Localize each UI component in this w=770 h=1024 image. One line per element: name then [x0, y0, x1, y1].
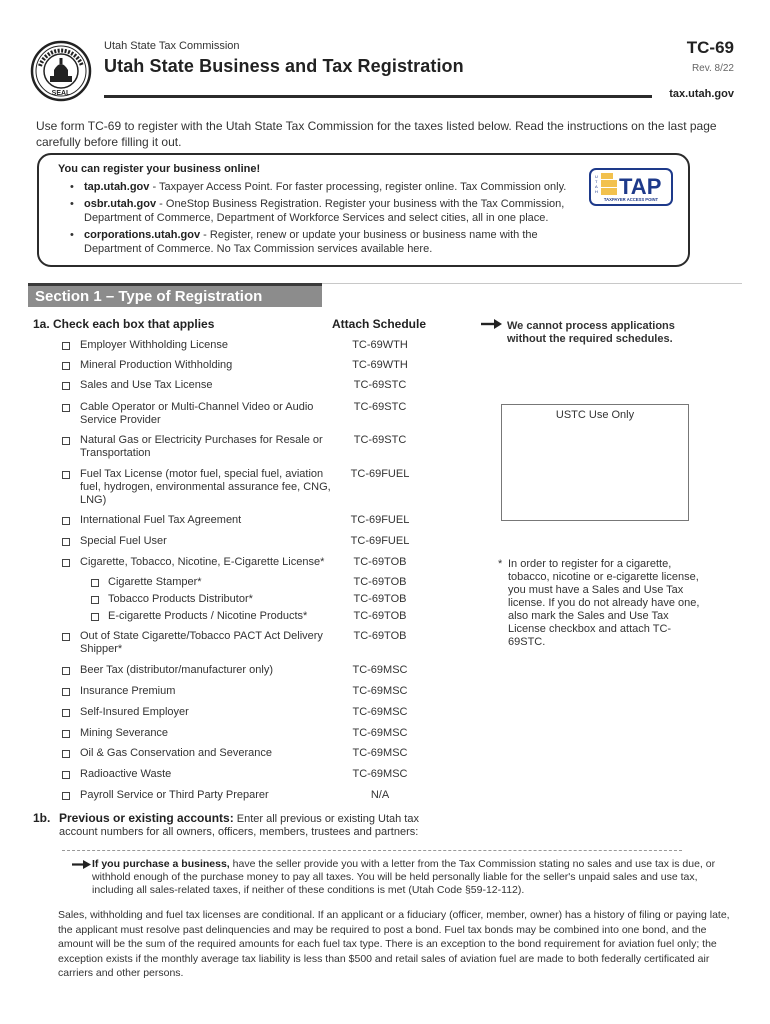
- tap-logo: U T A H TAP TAXPAYER ACCESS POINT: [589, 168, 673, 206]
- purchase-notice-bold: If you purchase a business,: [92, 858, 230, 870]
- attach-schedule-value: TC-69FUEL: [350, 468, 410, 480]
- attach-schedule-value: TC-69STC: [353, 401, 407, 413]
- registration-option-label: Employer Withholding License: [80, 339, 228, 351]
- registration-checkbox[interactable]: [62, 771, 70, 779]
- registration-option-label: Cable Operator or Multi-Channel Video or…: [80, 401, 314, 426]
- attach-schedule-value: TC-69MSC: [352, 747, 408, 759]
- footnote-text: In order to register for a cigarette, to…: [508, 558, 700, 648]
- registration-option-label: Fuel Tax License (motor fuel, special fu…: [80, 468, 331, 506]
- form-number: TC-69: [686, 38, 734, 57]
- online-options-list: tap.utah.gov - Taxpayer Access Point. Fo…: [70, 180, 590, 259]
- registration-option-label: Tobacco Products Distributor*: [108, 593, 253, 605]
- attach-schedule-value: TC-69STC: [353, 434, 407, 446]
- registration-option-label: Cigarette, Tobacco, Nicotine, E-Cigarett…: [80, 556, 325, 568]
- question-1a-label: 1a. Check each box that applies: [33, 317, 215, 331]
- registration-option-label: International Fuel Tax Agreement: [80, 514, 242, 526]
- attach-schedule-value: N/A: [370, 789, 390, 801]
- registration-option-label: Self-Insured Employer: [80, 706, 189, 718]
- registration-option-label: Sales and Use Tax License: [80, 379, 213, 391]
- online-heading: You can register your business online!: [58, 163, 261, 175]
- form-title: Utah State Business and Tax Registration: [104, 56, 464, 76]
- registration-checkbox[interactable]: [62, 688, 70, 696]
- registration-checkbox[interactable]: [62, 750, 70, 758]
- registration-checkbox[interactable]: [62, 471, 70, 479]
- attach-schedule-value: TC-69WTH: [352, 359, 408, 371]
- registration-checkbox[interactable]: [62, 362, 70, 370]
- attach-schedule-value: TC-69MSC: [352, 727, 408, 739]
- attach-schedule-value: TC-69STC: [353, 379, 407, 391]
- registration-checkbox[interactable]: [62, 404, 70, 412]
- registration-checkbox[interactable]: [62, 792, 70, 800]
- registration-option-label: Beer Tax (distributor/manufacturer only): [80, 664, 273, 676]
- previous-accounts-input[interactable]: [62, 850, 682, 851]
- registration-checkbox[interactable]: [62, 667, 70, 675]
- online-option: corporations.utah.gov - Register, renew …: [70, 228, 590, 256]
- registration-option-label: Radioactive Waste: [80, 768, 172, 780]
- attach-schedule-value: TC-69WTH: [352, 339, 408, 351]
- registration-option-label: Cigarette Stamper*: [108, 576, 202, 588]
- schedule-notice-text: We cannot process applications without t…: [507, 320, 675, 345]
- attach-schedule-value: TC-69TOB: [353, 576, 407, 588]
- website-link[interactable]: tax.utah.gov: [669, 88, 734, 100]
- ustc-label: USTC Use Only: [555, 409, 635, 421]
- registration-checkbox[interactable]: [91, 613, 99, 621]
- registration-checkbox[interactable]: [62, 633, 70, 641]
- registration-checkbox[interactable]: [62, 538, 70, 546]
- footnote-asterisk: *: [498, 558, 503, 570]
- attach-schedule-value: TC-69TOB: [353, 593, 407, 605]
- attach-schedule-value: TC-69MSC: [352, 768, 408, 780]
- registration-checkbox[interactable]: [62, 342, 70, 350]
- registration-checkbox[interactable]: [91, 596, 99, 604]
- attach-schedule-value: TC-69MSC: [352, 706, 408, 718]
- agency-name: Utah State Tax Commission: [104, 40, 240, 52]
- attach-schedule-value: TC-69FUEL: [350, 514, 410, 526]
- attach-schedule-value: TC-69MSC: [352, 664, 408, 676]
- registration-option-label: Mining Severance: [80, 727, 169, 739]
- registration-checkbox[interactable]: [62, 517, 70, 525]
- attach-schedule-value: TC-69MSC: [352, 685, 408, 697]
- registration-checkbox[interactable]: [62, 730, 70, 738]
- online-option-link[interactable]: corporations.utah.gov: [84, 229, 200, 241]
- section-1-header: Section 1 – Type of Registration: [28, 283, 322, 307]
- arrow-right-icon: [481, 319, 502, 329]
- online-option-link[interactable]: tap.utah.gov: [84, 181, 149, 193]
- online-option: tap.utah.gov - Taxpayer Access Point. Fo…: [70, 180, 590, 194]
- online-option-link[interactable]: osbr.utah.gov: [84, 198, 156, 210]
- registration-checkbox[interactable]: [62, 437, 70, 445]
- registration-option-label: Special Fuel User: [80, 535, 167, 547]
- question-1b-label: Previous or existing accounts:: [59, 811, 234, 825]
- registration-option-label: Natural Gas or Electricity Purchases for…: [80, 434, 323, 459]
- registration-checkbox[interactable]: [62, 709, 70, 717]
- header-divider: [104, 95, 652, 98]
- tap-logo-subtext: TAXPAYER ACCESS POINT: [604, 197, 659, 202]
- registration-checkbox[interactable]: [91, 579, 99, 587]
- registration-checkbox[interactable]: [62, 559, 70, 567]
- registration-option-label: Insurance Premium: [80, 685, 176, 697]
- online-option: osbr.utah.gov - OneStop Business Registr…: [70, 197, 590, 225]
- ustc-use-only-box: USTC Use Only: [501, 404, 689, 521]
- attach-schedule-value: TC-69TOB: [353, 630, 407, 642]
- svg-text:H: H: [595, 189, 598, 194]
- registration-option-label: E-cigarette Products / Nicotine Products…: [108, 610, 308, 622]
- registration-checkbox[interactable]: [62, 382, 70, 390]
- state-seal-icon: SEAL: [30, 40, 92, 102]
- online-option-text: - OneStop Business Registration. Registe…: [84, 198, 565, 224]
- registration-option-label: Out of State Cigarette/Tobacco PACT Act …: [80, 630, 323, 655]
- arrow-right-icon: [72, 860, 91, 869]
- question-1b-number: 1b.: [33, 811, 51, 825]
- attach-schedule-header: Attach Schedule: [332, 317, 427, 331]
- revision-date: Rev. 8/22: [691, 63, 734, 74]
- tap-logo-text: TAP: [619, 174, 661, 199]
- conditional-license-text: Sales, withholding and fuel tax licenses…: [58, 909, 730, 979]
- section-divider: [322, 283, 742, 284]
- intro-text: Use form TC-69 to register with the Utah…: [36, 119, 717, 149]
- attach-schedule-value: TC-69FUEL: [350, 535, 410, 547]
- attach-schedule-value: TC-69TOB: [353, 610, 407, 622]
- svg-text:SEAL: SEAL: [52, 90, 71, 97]
- registration-option-label: Oil & Gas Conservation and Severance: [80, 747, 272, 759]
- attach-schedule-value: TC-69TOB: [353, 556, 407, 568]
- registration-option-label: Payroll Service or Third Party Preparer: [80, 789, 269, 801]
- registration-option-label: Mineral Production Withholding: [80, 359, 233, 371]
- online-option-text: - Taxpayer Access Point. For faster proc…: [149, 181, 567, 193]
